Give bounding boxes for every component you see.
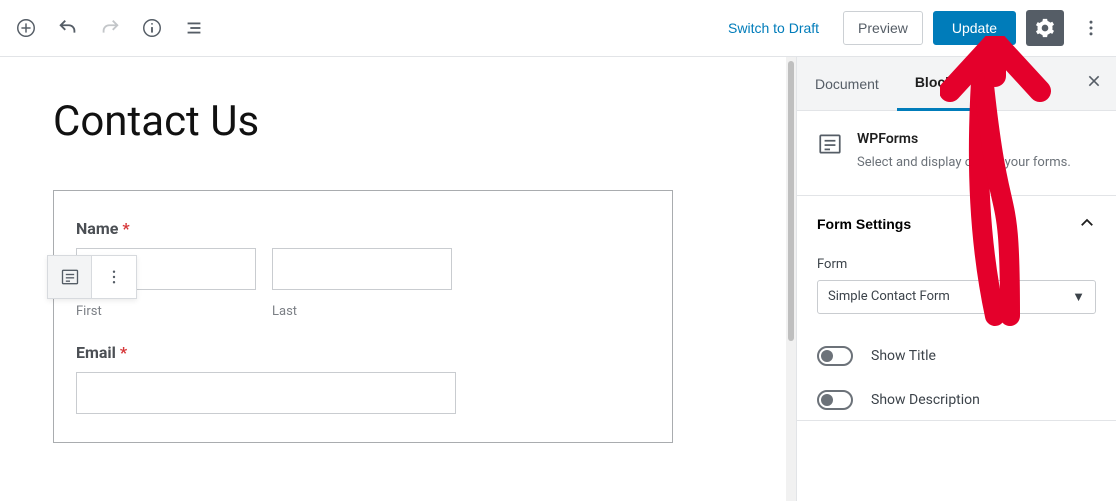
editor-scrollbar[interactable] (786, 57, 796, 501)
caret-down-icon: ▼ (1072, 289, 1085, 305)
plus-circle-icon (15, 17, 37, 39)
more-options-button[interactable] (1074, 10, 1108, 46)
block-navigation-button[interactable] (176, 10, 212, 46)
main-layout: Contact Us Name * First Last (0, 57, 1116, 501)
form-select[interactable]: Simple Contact Form ▼ (817, 280, 1096, 314)
kebab-icon (105, 268, 123, 286)
undo-button[interactable] (50, 10, 86, 46)
preview-button[interactable]: Preview (843, 11, 923, 45)
email-field-label: Email * (76, 343, 650, 362)
email-label-text: Email (76, 343, 116, 362)
block-more-button[interactable] (92, 256, 136, 298)
name-sublabels: First Last (76, 298, 650, 319)
first-sublabel: First (76, 304, 256, 319)
form-icon (817, 131, 843, 157)
block-info-text: WPForms Select and display one of your f… (857, 131, 1071, 173)
form-settings-panel: Form Settings Form Simple Contact Form ▼… (797, 196, 1116, 421)
last-sublabel: Last (272, 304, 452, 319)
last-name-input[interactable] (272, 248, 452, 290)
settings-sidebar: Document Block WPForms Select and displa… (796, 57, 1116, 501)
gear-icon (1035, 18, 1055, 38)
close-icon (1086, 73, 1102, 89)
name-field-label: Name * (76, 219, 650, 238)
tab-document[interactable]: Document (797, 57, 897, 111)
block-type-button[interactable] (48, 256, 92, 298)
required-mark: * (122, 219, 129, 238)
form-select-value: Simple Contact Form (828, 289, 950, 304)
toolbar-right-group: Switch to Draft Preview Update (714, 10, 1108, 46)
block-info-description: Select and display one of your forms. (857, 153, 1071, 173)
block-toolbar (47, 255, 137, 299)
editor-top-toolbar: Switch to Draft Preview Update (0, 0, 1116, 57)
add-block-button[interactable] (8, 10, 44, 46)
wpforms-icon (817, 131, 843, 157)
form-icon (60, 267, 80, 287)
list-icon (183, 17, 205, 39)
kebab-icon (1081, 18, 1101, 38)
form-settings-heading: Form Settings (817, 216, 911, 232)
show-description-toggle[interactable] (817, 390, 853, 410)
update-button[interactable]: Update (933, 11, 1016, 45)
redo-button[interactable] (92, 10, 128, 46)
required-mark: * (120, 343, 127, 362)
editor-canvas[interactable]: Contact Us Name * First Last (0, 57, 786, 501)
block-info-panel: WPForms Select and display one of your f… (797, 111, 1116, 196)
settings-button[interactable] (1026, 10, 1064, 46)
show-description-label: Show Description (871, 392, 980, 408)
switch-to-draft-link[interactable]: Switch to Draft (714, 12, 833, 44)
wpforms-block[interactable]: Name * First Last Email * (53, 190, 673, 443)
close-sidebar-button[interactable] (1072, 73, 1116, 94)
block-info-title: WPForms (857, 131, 1071, 147)
info-icon (141, 17, 163, 39)
name-label-text: Name (76, 219, 118, 238)
content-info-button[interactable] (134, 10, 170, 46)
undo-icon (57, 17, 79, 39)
tab-block[interactable]: Block (897, 57, 971, 111)
chevron-up-icon (1078, 214, 1096, 235)
form-settings-toggle[interactable]: Form Settings (797, 196, 1116, 253)
name-inputs-row (76, 248, 650, 290)
scrollbar-thumb[interactable] (788, 61, 794, 341)
form-settings-body: Form Simple Contact Form ▼ (797, 253, 1116, 332)
page-title[interactable]: Contact Us (8, 97, 778, 146)
show-description-row: Show Description (797, 376, 1116, 420)
toolbar-left-group (8, 10, 212, 46)
show-title-row: Show Title (797, 332, 1116, 376)
email-input[interactable] (76, 372, 456, 414)
show-title-toggle[interactable] (817, 346, 853, 366)
form-select-label: Form (817, 257, 1096, 272)
sidebar-tabs: Document Block (797, 57, 1116, 111)
show-title-label: Show Title (871, 348, 936, 364)
redo-icon (99, 17, 121, 39)
